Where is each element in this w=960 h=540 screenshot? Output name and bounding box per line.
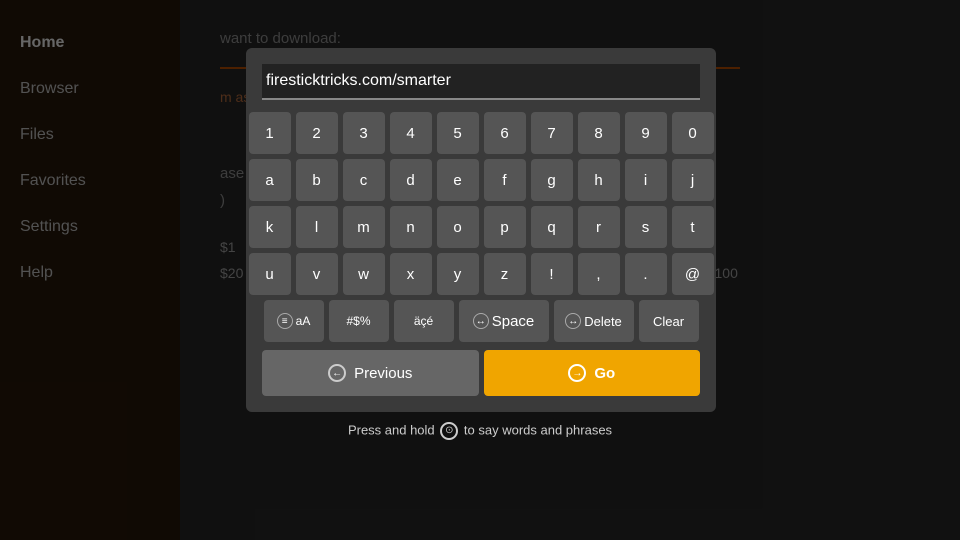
key-c[interactable]: c — [343, 159, 385, 201]
key-h[interactable]: h — [578, 159, 620, 201]
key-exclaim[interactable]: ! — [531, 253, 573, 295]
key-u[interactable]: u — [249, 253, 291, 295]
key-0[interactable]: 0 — [672, 112, 714, 154]
key-r[interactable]: r — [578, 206, 620, 248]
bottom-nav: ← Previous → Go — [262, 350, 700, 396]
go-button[interactable]: → Go — [484, 350, 701, 396]
key-8[interactable]: 8 — [578, 112, 620, 154]
go-icon: → — [568, 364, 586, 382]
key-o[interactable]: o — [437, 206, 479, 248]
key-l[interactable]: l — [296, 206, 338, 248]
key-6[interactable]: 6 — [484, 112, 526, 154]
key-toggle-abc[interactable]: ≡ aA — [264, 300, 324, 342]
key-j[interactable]: j — [672, 159, 714, 201]
key-x[interactable]: x — [390, 253, 432, 295]
key-9[interactable]: 9 — [625, 112, 667, 154]
key-4[interactable]: 4 — [390, 112, 432, 154]
bottom-hint: Press and hold ⊙ to say words and phrase… — [0, 422, 960, 440]
key-1[interactable]: 1 — [249, 112, 291, 154]
key-q[interactable]: q — [531, 206, 573, 248]
key-t[interactable]: t — [672, 206, 714, 248]
key-a[interactable]: a — [249, 159, 291, 201]
key-at[interactable]: @ — [672, 253, 714, 295]
number-row: 1 2 3 4 5 6 7 8 9 0 — [262, 112, 700, 154]
key-delete[interactable]: ↔ Delete — [554, 300, 634, 342]
key-z[interactable]: z — [484, 253, 526, 295]
symbol-row: ≡ aA #$% äçé ↔ Space ↔ Delete Clear — [262, 300, 700, 342]
keyboard-dialog: 1 2 3 4 5 6 7 8 9 0 a b c d e f g h i j … — [246, 48, 716, 412]
key-s[interactable]: s — [625, 206, 667, 248]
key-w[interactable]: w — [343, 253, 385, 295]
key-5[interactable]: 5 — [437, 112, 479, 154]
key-d[interactable]: d — [390, 159, 432, 201]
key-y[interactable]: y — [437, 253, 479, 295]
key-k[interactable]: k — [249, 206, 291, 248]
key-e[interactable]: e — [437, 159, 479, 201]
key-toggle-hash[interactable]: #$% — [329, 300, 389, 342]
key-2[interactable]: 2 — [296, 112, 338, 154]
key-i[interactable]: i — [625, 159, 667, 201]
key-f[interactable]: f — [484, 159, 526, 201]
key-period[interactable]: . — [625, 253, 667, 295]
key-n[interactable]: n — [390, 206, 432, 248]
mic-icon: ⊙ — [440, 422, 458, 440]
keyboard-rows: 1 2 3 4 5 6 7 8 9 0 a b c d e f g h i j … — [262, 112, 700, 342]
key-p[interactable]: p — [484, 206, 526, 248]
key-3[interactable]: 3 — [343, 112, 385, 154]
key-m[interactable]: m — [343, 206, 385, 248]
row-a-j: a b c d e f g h i j — [262, 159, 700, 201]
row-u-at: u v w x y z ! , . @ — [262, 253, 700, 295]
previous-button[interactable]: ← Previous — [262, 350, 479, 396]
row-k-t: k l m n o p q r s t — [262, 206, 700, 248]
key-comma[interactable]: , — [578, 253, 620, 295]
key-clear[interactable]: Clear — [639, 300, 699, 342]
key-7[interactable]: 7 — [531, 112, 573, 154]
key-toggle-accent[interactable]: äçé — [394, 300, 454, 342]
key-b[interactable]: b — [296, 159, 338, 201]
key-g[interactable]: g — [531, 159, 573, 201]
previous-icon: ← — [328, 364, 346, 382]
key-space[interactable]: ↔ Space — [459, 300, 549, 342]
url-input[interactable] — [262, 64, 700, 100]
key-v[interactable]: v — [296, 253, 338, 295]
